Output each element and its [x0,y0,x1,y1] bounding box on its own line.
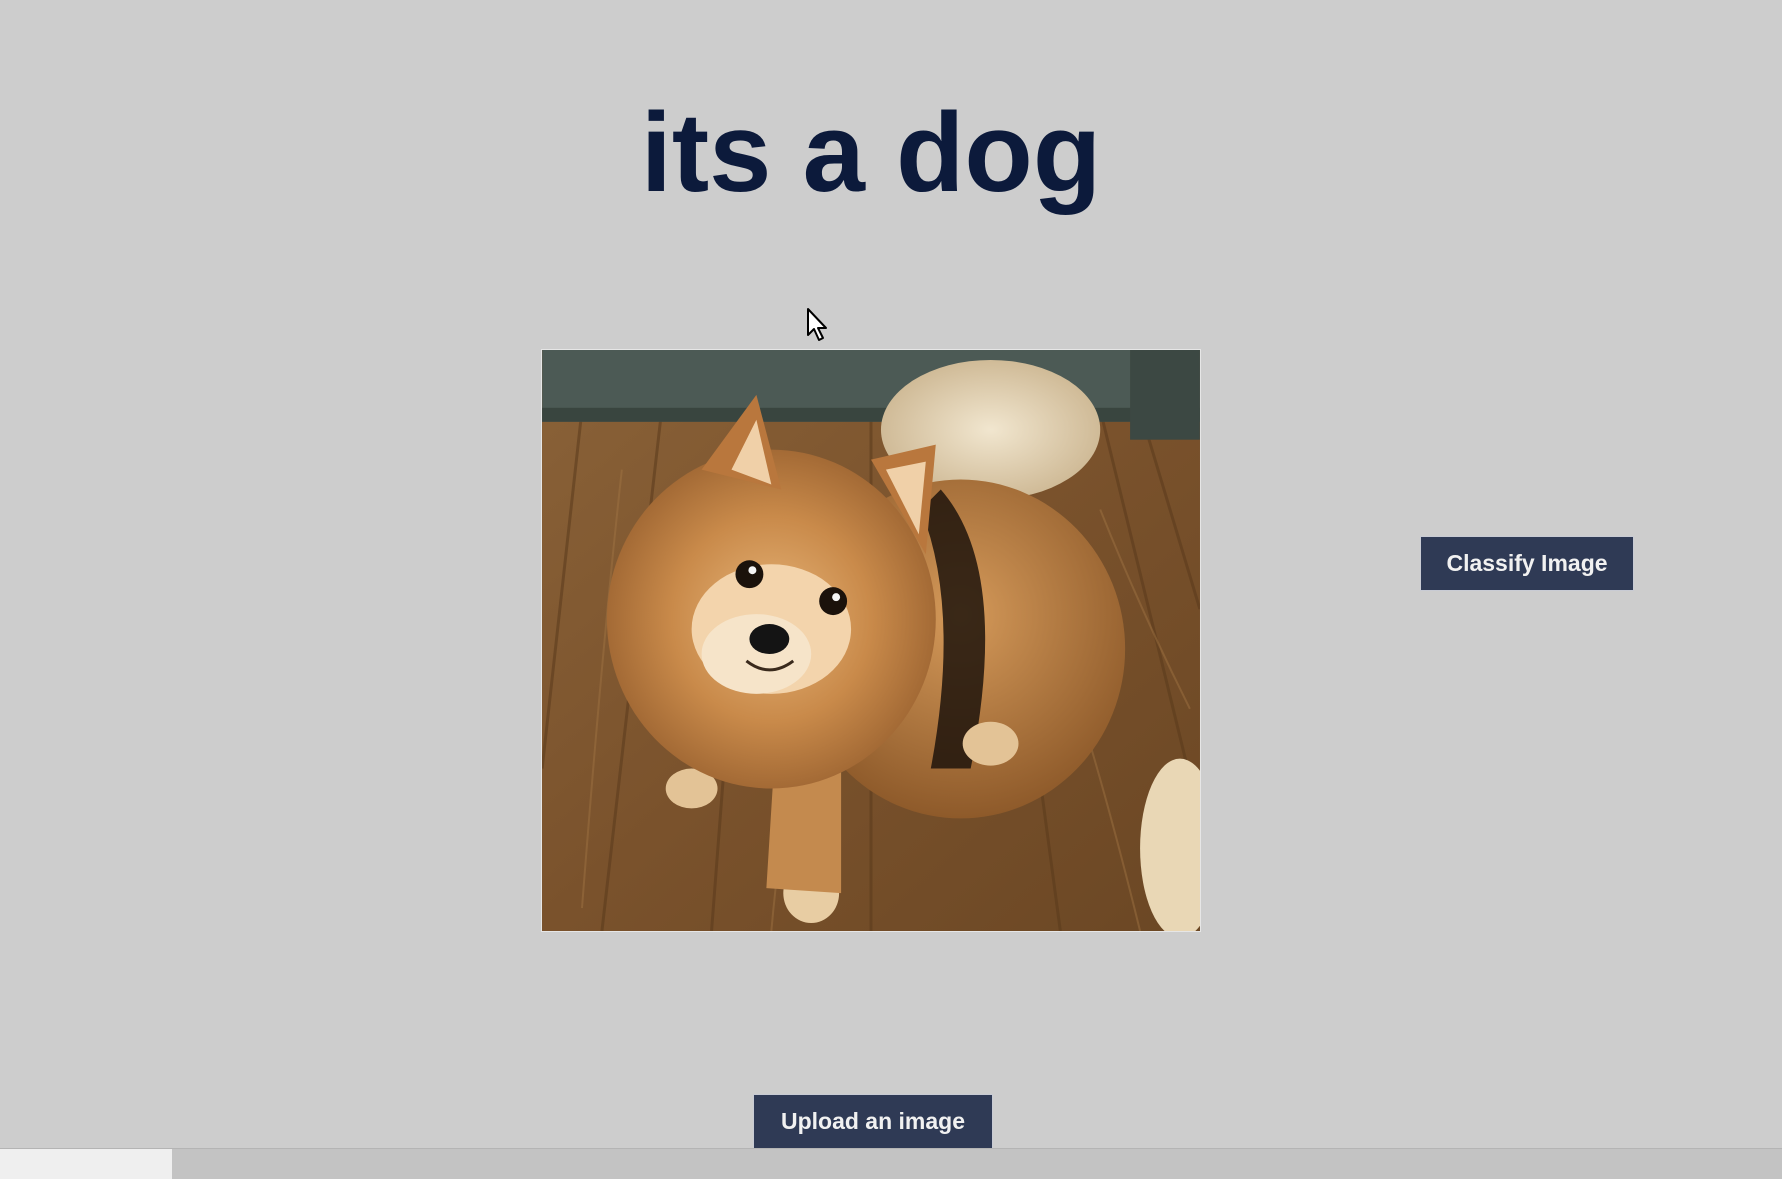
page: its a dog Classify Image Upload an image [0,0,1782,1179]
page-title: its a dog [640,90,1102,215]
classify-image-button[interactable]: Classify Image [1420,536,1634,591]
dog-photo-svg [542,350,1200,931]
status-bar [0,1148,1782,1179]
dog-image [541,349,1201,932]
mouse-pointer-icon [806,307,830,343]
status-bar-segment [0,1149,172,1179]
upload-image-button[interactable]: Upload an image [753,1094,993,1149]
